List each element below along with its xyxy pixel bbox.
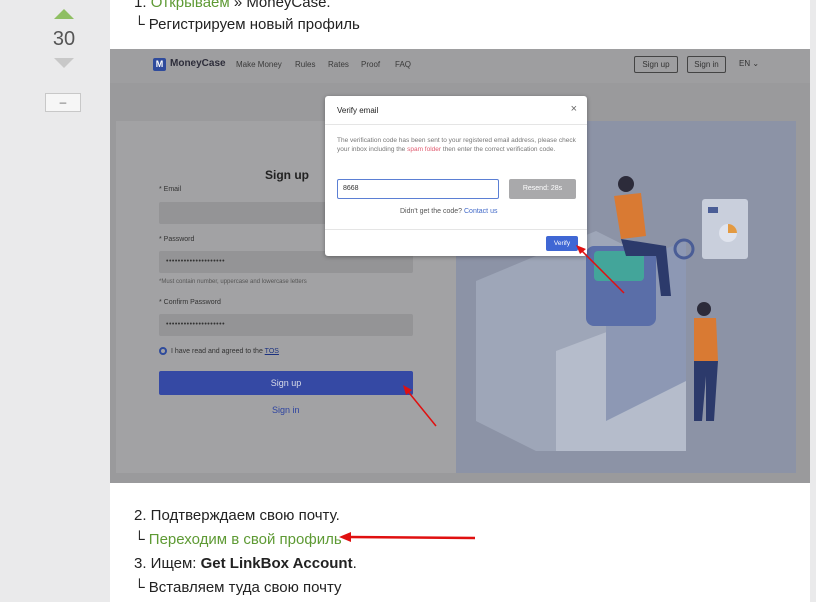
collapse-button[interactable]: – bbox=[45, 93, 81, 112]
vote-column: 30 – bbox=[0, 0, 110, 602]
arrow-head-icon bbox=[403, 385, 412, 395]
step-1-subline: └ Регистрируем новый профиль bbox=[134, 16, 360, 33]
annotation-arrow-profile bbox=[339, 532, 476, 542]
step-3-suffix: . bbox=[352, 555, 357, 572]
right-margin bbox=[810, 0, 816, 602]
profile-link[interactable]: Переходим в свой профиль bbox=[149, 531, 342, 548]
arrow-head-icon bbox=[339, 532, 351, 542]
open-link[interactable]: Открываем bbox=[151, 0, 230, 11]
arrow-to-signup bbox=[405, 388, 437, 427]
upvote-arrow-icon[interactable] bbox=[54, 9, 74, 19]
step-2-line: 2. Подтверждаем свою почту. bbox=[134, 507, 340, 524]
step-2-prefix: └ bbox=[134, 531, 149, 548]
step-3-line: 3. Ищем: Get LinkBox Account. bbox=[134, 555, 357, 572]
step-1-line: 1. Открываем » MoneyCase. bbox=[134, 0, 331, 11]
step-3-subline: └ Вставляем туда свою почту bbox=[134, 579, 342, 596]
step-3-bold: Get LinkBox Account bbox=[200, 555, 353, 572]
vote-score: 30 bbox=[52, 28, 76, 50]
step-1-number: 1. bbox=[134, 0, 151, 11]
annotation-arrows bbox=[403, 245, 625, 427]
arrow-to-verify bbox=[578, 247, 625, 294]
step-2-subline: └ Переходим в свой профиль bbox=[134, 531, 342, 548]
downvote-arrow-icon[interactable] bbox=[54, 58, 74, 68]
step-3-prefix: 3. Ищем: bbox=[134, 555, 201, 572]
page: 30 – 1. Открываем » MoneyCase. └ Регистр… bbox=[0, 0, 816, 602]
moneycase-screenshot: M MoneyCase Make Money Rules Rates Proof… bbox=[110, 49, 810, 483]
step-1-rest: » MoneyCase. bbox=[229, 0, 331, 11]
